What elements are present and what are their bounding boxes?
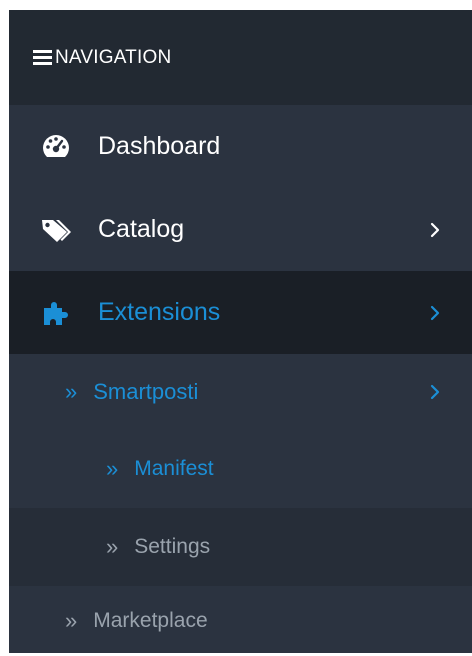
sidebar-item-label: Catalog (98, 215, 185, 243)
hamburger-icon (33, 50, 52, 65)
sidebar-item-label: Extensions (98, 298, 221, 326)
double-chevron-right-icon: » (65, 608, 78, 633)
sidebar-subitem-settings[interactable]: » Settings (9, 508, 472, 586)
sidebar-item-extensions[interactable]: Extensions (9, 271, 472, 354)
sidebar-item-catalog[interactable]: Catalog (9, 188, 472, 271)
sidebar-subitem-smartposti[interactable]: » Smartposti (9, 354, 472, 430)
chevron-right-icon (430, 384, 440, 400)
sidebar-item-label: Marketplace (93, 609, 208, 632)
sidebar-item-dashboard[interactable]: Dashboard (9, 105, 472, 188)
chevron-right-icon (430, 222, 440, 237)
sidebar-item-label: Manifest (134, 457, 214, 480)
double-chevron-right-icon: » (106, 534, 119, 559)
sidebar-item-label: Dashboard (98, 132, 221, 160)
chevron-right-icon (430, 305, 440, 320)
sidebar-subitem-manifest[interactable]: » Manifest (9, 430, 472, 508)
dashboard-icon (39, 132, 73, 162)
double-chevron-right-icon: » (106, 456, 119, 481)
tags-icon (39, 215, 73, 245)
puzzle-icon (39, 298, 73, 328)
sidebar-item-label: Settings (134, 535, 211, 558)
sidebar-item-label: Smartposti (93, 379, 199, 404)
double-chevron-right-icon: » (65, 379, 78, 404)
navigation-header[interactable]: NAVIGATION (9, 10, 472, 105)
navigation-title: NAVIGATION (55, 46, 172, 68)
sidebar-subitem-marketplace[interactable]: » Marketplace (9, 586, 472, 656)
sidebar-navigation: NAVIGATION Dashboard Catalog Extensions … (9, 10, 472, 653)
